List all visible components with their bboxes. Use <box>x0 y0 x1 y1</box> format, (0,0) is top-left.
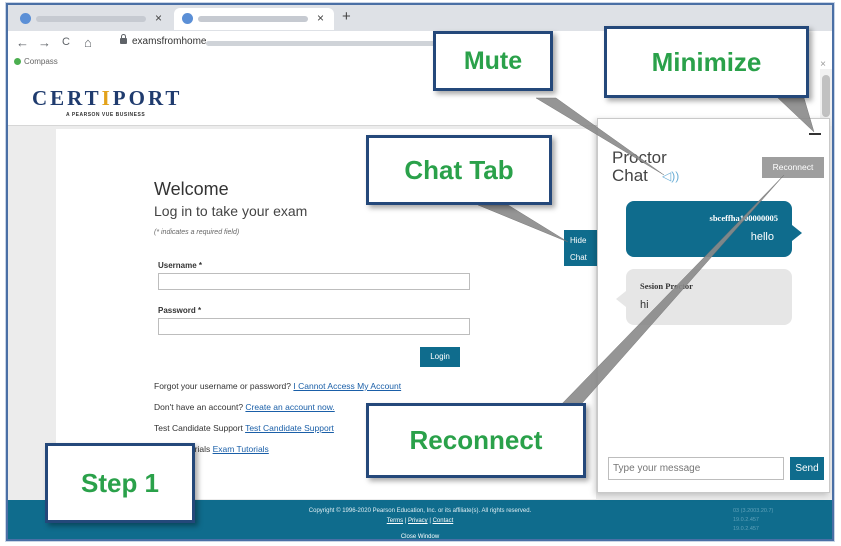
mute-pointer <box>535 97 665 176</box>
step-callout: Step 1 <box>45 443 195 523</box>
minimize-callout: Minimize <box>604 26 809 98</box>
mute-callout: Mute <box>433 31 553 91</box>
chat-tab-pointer <box>477 204 569 243</box>
chat-tab-callout: Chat Tab <box>366 135 552 205</box>
reconnect-pointer <box>555 174 785 411</box>
minimize-pointer <box>777 97 815 133</box>
screenshot-frame: × × + ← → C ⌂ examsfromhome. Compass × C… <box>6 3 834 541</box>
reconnect-callout: Reconnect <box>366 403 586 478</box>
